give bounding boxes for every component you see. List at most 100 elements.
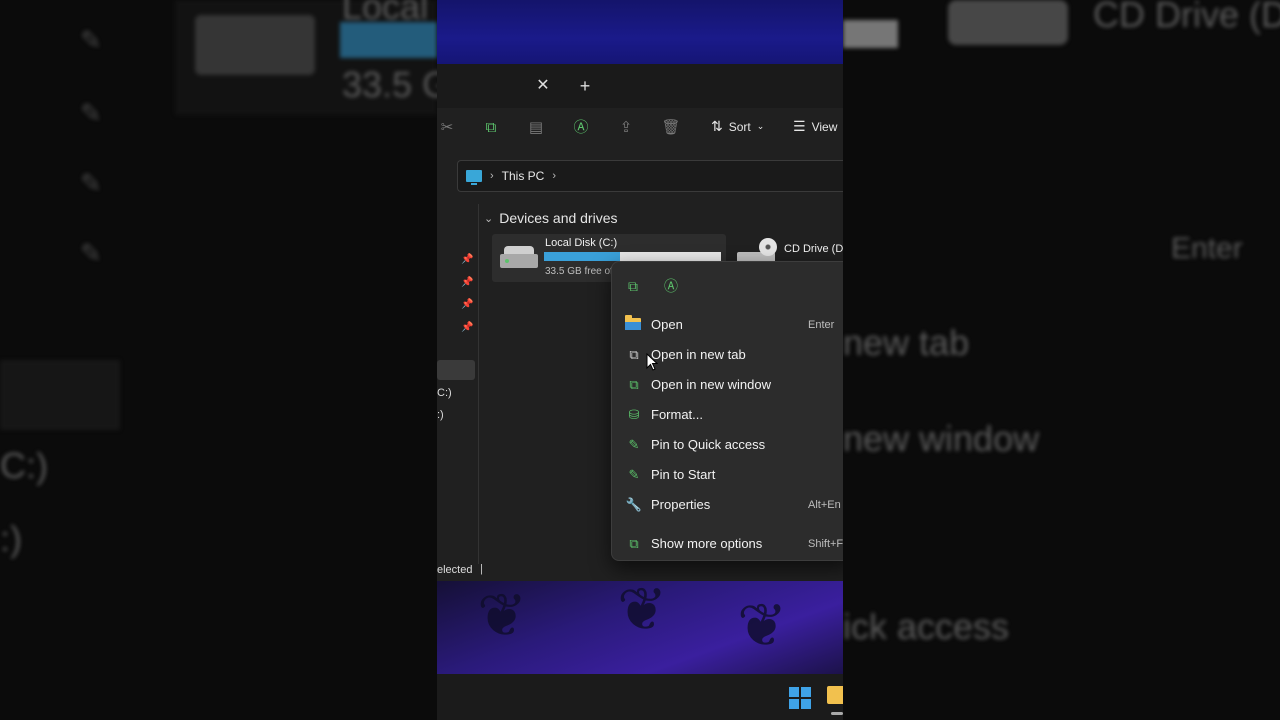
fern-decoration: ❦ <box>477 582 528 649</box>
menu-item-label: Open <box>651 317 683 332</box>
file-explorer-window: ✕ + ✂ ⧉ ▤ Ⓐ ⇪ 🗑 ⇅ Sort ⌄ ☰ View › This P… <box>437 64 843 581</box>
section-title: Devices and drives <box>499 210 618 226</box>
pin-icon: ✎ <box>628 467 640 482</box>
background-left: Local 33.5 GB ✎ ✎ ✎ ✎ C:) :) <box>0 0 437 720</box>
blurred-drive-icon <box>195 15 315 75</box>
pin-icon: ✎ <box>80 98 102 128</box>
menu-item-open[interactable]: Open Enter <box>612 311 843 339</box>
pin-icon: ✎ <box>80 168 102 198</box>
more-options-icon: ⧉ <box>629 536 639 551</box>
folder-icon <box>625 315 641 330</box>
sort-button[interactable]: ⇅ Sort ⌄ <box>711 118 764 135</box>
windows-start-icon[interactable] <box>789 687 811 709</box>
drive-cd-name[interactable]: CD Drive (D: <box>784 243 843 255</box>
blurred-title: Local <box>342 0 429 27</box>
format-icon: ⛁ <box>628 407 640 422</box>
wrench-icon: 🔧 <box>625 497 643 512</box>
drive-usage-bar <box>544 252 721 261</box>
new-window-icon: ⧉ <box>629 377 639 392</box>
menu-item-label: Open in new window <box>651 377 771 392</box>
chevron-right-icon[interactable]: › <box>552 170 556 182</box>
drive-name: Local Disk (C:) <box>545 237 618 249</box>
delete-icon[interactable]: 🗑 <box>659 116 683 140</box>
nav-item-cd-drive[interactable]: :) <box>437 409 444 421</box>
blurred-nav-c: C:) <box>0 445 48 486</box>
blurred-free: 33.5 GB <box>342 64 437 105</box>
menu-item-pin-start[interactable]: ✎ Pin to Start <box>612 461 843 489</box>
fern-decoration: ❦ <box>737 592 788 659</box>
menu-item-properties[interactable]: 🔧 Properties Alt+En <box>612 491 843 519</box>
this-pc-icon <box>466 170 482 185</box>
share-icon[interactable]: ⇪ <box>614 116 638 140</box>
copy-icon[interactable]: ⧉ <box>623 276 643 296</box>
new-tab-icon: ⧉ <box>629 347 639 362</box>
pin-icon: 📌 <box>461 322 474 333</box>
menu-item-label: Pin to Start <box>651 467 716 482</box>
sort-icon: ⇅ <box>711 118 723 134</box>
menu-item-show-more-options[interactable]: ⧉ Show more options Shift+F <box>612 530 843 558</box>
pin-icon: ✎ <box>80 25 102 55</box>
menu-item-open-new-window[interactable]: ⧉ Open in new window <box>612 371 843 399</box>
chevron-right-icon[interactable]: › <box>490 170 494 182</box>
tab-bar: ✕ + <box>437 64 843 108</box>
devices-section-header[interactable]: ⌄ Devices and drives <box>484 210 618 226</box>
menu-item-label: Properties <box>651 497 711 512</box>
view-icon: ☰ <box>793 118 806 134</box>
file-explorer-taskbar-icon[interactable] <box>827 686 843 704</box>
mouse-cursor-icon <box>646 353 658 371</box>
navigation-pane: 📌 📌 📌 📌 C:) :) <box>437 204 479 564</box>
running-indicator <box>831 712 843 715</box>
wallpaper-top <box>437 0 843 64</box>
pin-icon: 📌 <box>461 299 474 310</box>
cut-icon[interactable]: ✂ <box>437 116 459 140</box>
pin-icon: 📌 <box>461 277 474 288</box>
menu-item-pin-quick-access[interactable]: ✎ Pin to Quick access <box>612 431 843 459</box>
nav-item-local-disk[interactable]: C:) <box>437 387 452 399</box>
breadcrumb-this-pc[interactable]: This PC <box>502 169 545 183</box>
menu-item-format[interactable]: ⛁ Format... <box>612 401 843 429</box>
hard-drive-icon <box>500 246 538 268</box>
rename-icon[interactable]: Ⓐ <box>661 276 681 296</box>
sort-label: Sort <box>728 119 751 134</box>
context-menu: ⧉ Ⓐ Open Enter ⧉ Open in new tab ⧉ Open … <box>611 261 843 561</box>
selection-status: elected <box>437 564 473 576</box>
pin-icon: ✎ <box>80 238 102 268</box>
blurred-new-tab: new tab <box>843 322 970 363</box>
new-tab-icon[interactable]: + <box>575 74 595 98</box>
menu-item-label: Show more options <box>651 536 763 551</box>
blurred-cd-title: CD Drive (D: <box>1093 0 1280 35</box>
blurred-enter: Enter <box>1171 232 1243 265</box>
blurred-quick-access: ick access <box>843 606 1010 647</box>
pin-icon: 📌 <box>461 254 474 265</box>
blurred-usage-bar <box>843 20 898 48</box>
blurred-cd-icon <box>948 0 1068 45</box>
chevron-down-icon: ⌄ <box>484 212 494 225</box>
wallpaper-bottom: ❦ ❦ ❦ <box>437 576 843 674</box>
nav-selected-item[interactable] <box>437 360 475 380</box>
paste-icon[interactable]: ▤ <box>524 116 548 140</box>
menu-item-shortcut: Alt+En <box>808 499 841 511</box>
screen: Local 33.5 GB ✎ ✎ ✎ ✎ C:) :) CD Drive (D… <box>0 0 1280 720</box>
rename-icon[interactable]: Ⓐ <box>569 116 593 140</box>
taskbar <box>437 674 843 720</box>
fern-decoration: ❦ <box>617 576 668 643</box>
blurred-nav-e: :) <box>0 518 22 559</box>
blurred-new-window: new window <box>843 418 1040 459</box>
menu-item-label: Open in new tab <box>651 347 746 362</box>
menu-item-label: Format... <box>651 407 704 422</box>
background-right: CD Drive (D: Enter new tab new window ic… <box>843 0 1280 720</box>
copy-icon[interactable]: ⧉ <box>479 116 503 140</box>
view-label: View <box>811 119 838 134</box>
drive-free-space: 33.5 GB free of <box>545 266 613 277</box>
close-tab-icon[interactable]: ✕ <box>533 76 553 96</box>
menu-item-shortcut: Enter <box>808 319 835 331</box>
blurred-nav-selection <box>0 360 120 430</box>
status-divider: | <box>480 563 483 575</box>
menu-item-label: Pin to Quick access <box>651 437 766 452</box>
view-button[interactable]: ☰ View <box>793 118 837 135</box>
video-frame: ✕ + ✂ ⧉ ▤ Ⓐ ⇪ 🗑 ⇅ Sort ⌄ ☰ View › This P… <box>437 0 843 720</box>
address-bar[interactable]: › This PC › <box>457 160 843 192</box>
command-bar: ✂ ⧉ ▤ Ⓐ ⇪ 🗑 ⇅ Sort ⌄ ☰ View <box>437 108 843 148</box>
pin-icon: ✎ <box>628 437 640 452</box>
menu-item-shortcut: Shift+F <box>808 538 843 550</box>
